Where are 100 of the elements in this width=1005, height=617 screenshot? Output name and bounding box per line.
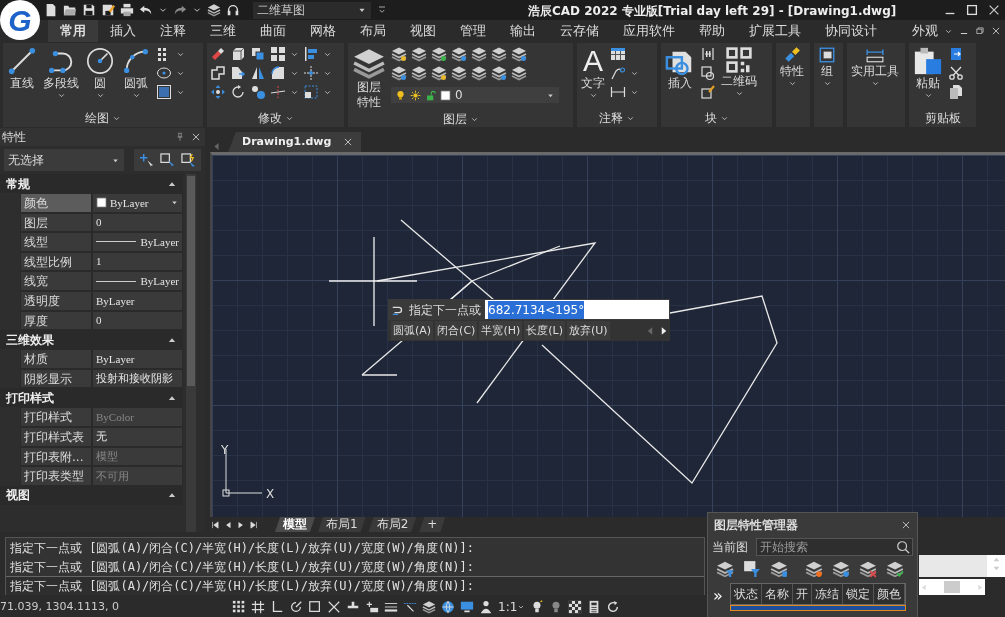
property-value[interactable]: 投射和接收阴影 xyxy=(92,368,183,389)
layers-icon[interactable] xyxy=(207,3,221,17)
layers-icon[interactable] xyxy=(451,46,467,62)
layers-icon[interactable] xyxy=(511,46,527,62)
ribbon-tab[interactable]: 三维 xyxy=(198,20,248,42)
set-current-icon[interactable] xyxy=(886,560,904,578)
property-label[interactable]: 颜色 xyxy=(20,193,92,213)
panel-title[interactable]: 图层 xyxy=(442,110,467,128)
layers-icon[interactable] xyxy=(491,65,507,81)
property-label[interactable]: 线宽 xyxy=(20,271,92,291)
layout-tab[interactable]: + xyxy=(419,517,446,532)
maximize-icon[interactable] xyxy=(965,3,979,17)
trim-icon[interactable] xyxy=(270,84,286,100)
property-value[interactable]: 0 xyxy=(92,212,183,233)
folder-icon[interactable] xyxy=(63,3,77,17)
document-tab[interactable]: Drawing1.dwg xyxy=(228,132,362,152)
new-layer-icon[interactable] xyxy=(805,560,823,578)
layer-row[interactable] xyxy=(729,605,906,611)
property-label[interactable]: 透明度 xyxy=(20,290,92,311)
scale-icon[interactable] xyxy=(250,84,266,100)
property-value[interactable]: 0 xyxy=(92,310,183,331)
layers-icon[interactable] xyxy=(431,46,447,62)
tool-button[interactable]: 直线 xyxy=(6,46,38,91)
block-name-icon[interactable] xyxy=(700,46,716,62)
block-edit-icon[interactable] xyxy=(700,84,716,100)
layers-icon[interactable] xyxy=(511,65,527,81)
layers-icon[interactable] xyxy=(411,65,427,81)
select-window-icon[interactable] xyxy=(160,152,175,168)
property-value[interactable]: 无 xyxy=(92,426,183,447)
tool-button[interactable]: 多段线 xyxy=(42,46,80,100)
search-field[interactable]: 开始搜索 xyxy=(756,538,913,556)
layers-icon[interactable] xyxy=(411,46,427,62)
new-layer-icon[interactable] xyxy=(832,560,850,578)
dashed-square-icon[interactable] xyxy=(303,84,319,100)
block-define-icon[interactable] xyxy=(700,65,716,81)
restore-icon[interactable] xyxy=(975,26,985,36)
cube-icon[interactable] xyxy=(230,46,246,62)
property-label[interactable]: 打印样式表 xyxy=(20,426,92,447)
copy-icon[interactable] xyxy=(250,46,266,62)
property-label[interactable]: 材质 xyxy=(20,349,92,369)
property-value[interactable]: ByLayer xyxy=(92,271,183,291)
property-label[interactable]: 厚度 xyxy=(20,310,92,331)
tiles-icon[interactable] xyxy=(270,46,286,62)
layer-filter-icon[interactable] xyxy=(716,560,734,578)
lineweight-icon[interactable] xyxy=(384,600,398,614)
property-label[interactable]: 阴影显示 xyxy=(20,368,92,389)
ribbon-tab[interactable]: 常用 xyxy=(48,20,98,42)
offset-icon[interactable] xyxy=(210,65,226,81)
ribbon-tab[interactable]: 输出 xyxy=(498,20,548,42)
property-value[interactable]: ByLayer xyxy=(92,349,183,369)
ribbon-tab[interactable]: 布局 xyxy=(348,20,398,42)
property-value[interactable]: ByLayer xyxy=(92,193,183,213)
layers-icon[interactable] xyxy=(491,46,507,62)
save-as-icon[interactable] xyxy=(101,3,115,17)
property-label[interactable]: 线型 xyxy=(20,232,92,252)
close-icon[interactable] xyxy=(901,520,911,530)
ribbon-tab[interactable]: 管理 xyxy=(448,20,498,42)
column-header[interactable]: 冻结 xyxy=(811,584,843,604)
option-button[interactable]: 闭合(C) xyxy=(435,321,478,340)
column-header[interactable]: 名称 xyxy=(761,584,793,604)
grid-icon[interactable] xyxy=(232,600,246,614)
align-icon[interactable] xyxy=(303,46,319,62)
delete-layer-icon[interactable] xyxy=(859,560,877,578)
snap-grid-icon[interactable] xyxy=(251,600,265,614)
headset-icon[interactable] xyxy=(226,3,240,17)
save-icon[interactable] xyxy=(82,3,96,17)
panel-title[interactable]: 剪贴板 xyxy=(924,109,961,127)
selection-dropdown[interactable]: 无选择 xyxy=(4,149,124,171)
panel-title[interactable]: 块 xyxy=(704,109,717,127)
move-icon[interactable] xyxy=(210,84,226,100)
first-page-icon[interactable] xyxy=(210,519,220,530)
quick-select-icon[interactable] xyxy=(181,152,196,168)
ribbon-tab[interactable]: 注释 xyxy=(148,20,198,42)
ribbon-tab[interactable]: 插入 xyxy=(98,20,148,42)
ribbon-tab[interactable]: 协同设计 xyxy=(813,20,889,42)
appearance-menu[interactable]: 外观 xyxy=(912,20,938,42)
tool-button[interactable]: 圆 xyxy=(84,46,116,100)
customize-icon[interactable] xyxy=(376,4,388,16)
refresh-icon[interactable] xyxy=(606,600,621,614)
polar-icon[interactable] xyxy=(289,600,303,614)
crosshair-icon[interactable] xyxy=(303,65,319,81)
layout-tab[interactable]: 布局2 xyxy=(368,517,417,532)
property-value[interactable]: ByLayer xyxy=(92,232,183,252)
scrollbar[interactable] xyxy=(186,174,196,532)
pin-icon[interactable] xyxy=(175,132,185,142)
layout-tab[interactable]: 模型 xyxy=(275,517,315,532)
option-button[interactable]: 半宽(H) xyxy=(479,321,523,340)
option-button[interactable]: 长度(L) xyxy=(524,321,565,340)
filter-icon[interactable] xyxy=(743,560,761,578)
column-header[interactable]: 状态 xyxy=(730,584,762,604)
copy-icon[interactable] xyxy=(948,84,964,100)
panel-title[interactable]: 注释 xyxy=(599,109,623,127)
mirror-icon[interactable] xyxy=(250,65,266,81)
column-header[interactable]: 颜色 xyxy=(873,584,905,604)
tool-button[interactable]: 粘贴 xyxy=(912,46,944,100)
monitor-icon[interactable] xyxy=(460,600,474,614)
close-icon[interactable] xyxy=(987,3,1001,17)
dynamic-input-icon[interactable] xyxy=(365,600,379,614)
eraser-icon[interactable] xyxy=(210,46,226,62)
close-icon[interactable] xyxy=(191,132,201,142)
